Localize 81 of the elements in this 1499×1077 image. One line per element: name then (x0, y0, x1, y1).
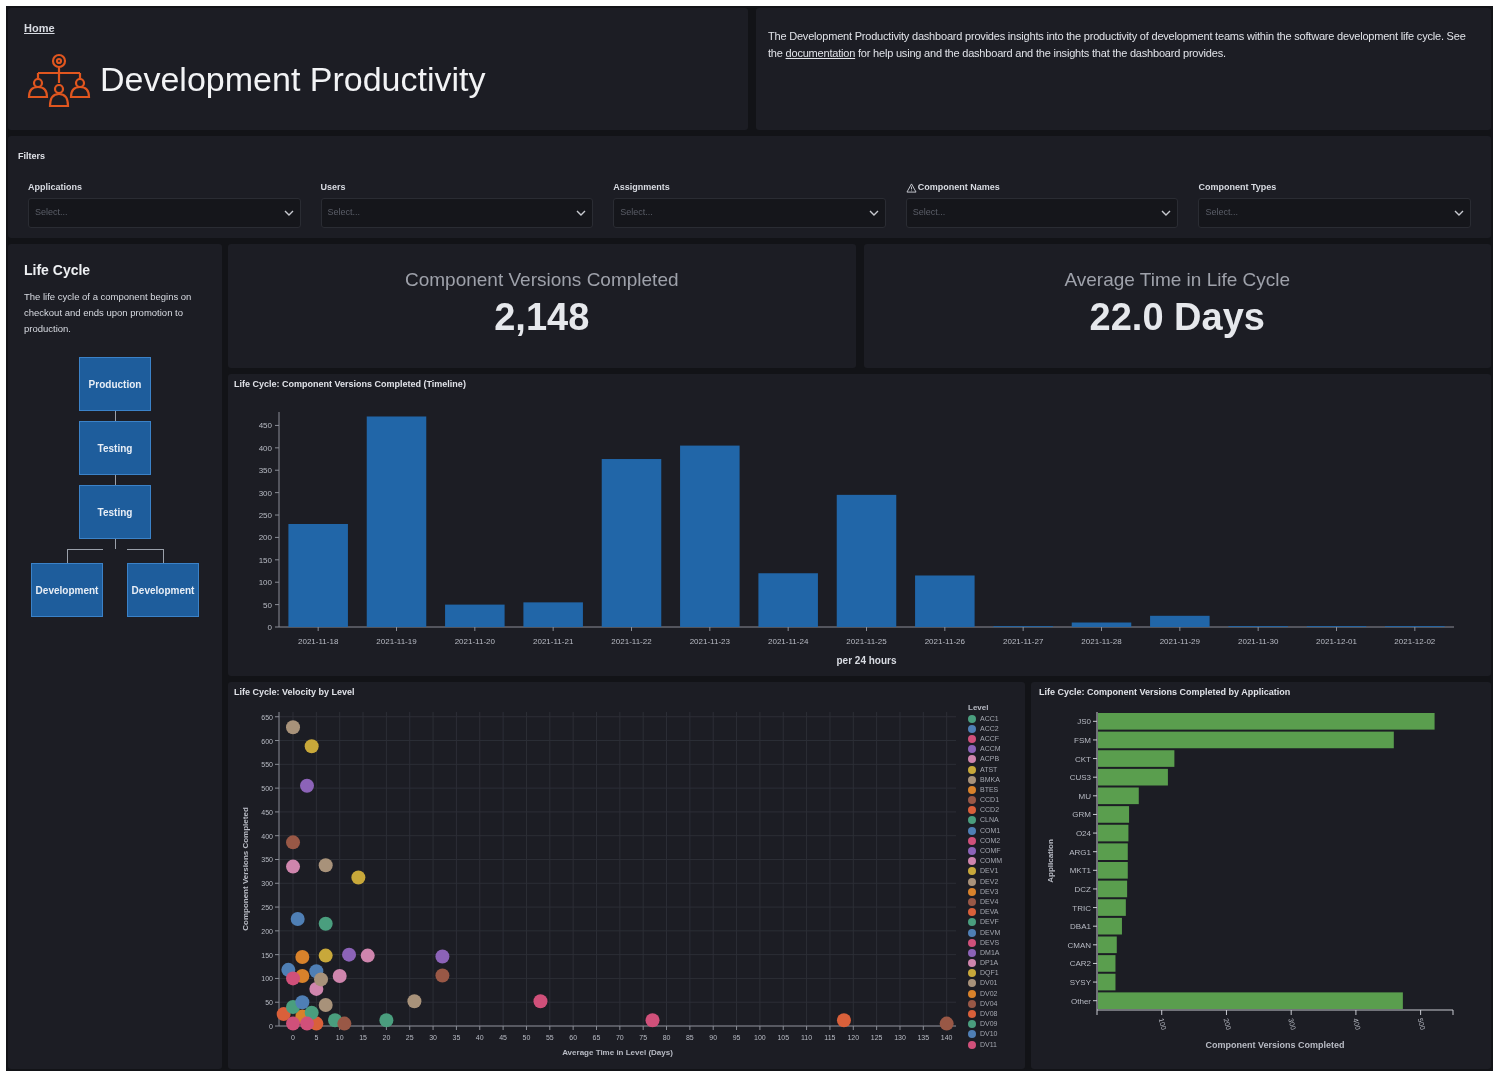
chart-title: Life Cycle: Component Versions Completed by Application (1039, 686, 1292, 699)
tick-label: SYSY (1069, 977, 1091, 987)
axis-title: Average Time in Level (Days) (562, 1047, 673, 1057)
axis-title: per 24 hours (836, 654, 897, 666)
stage-box: Testing (79, 485, 151, 539)
tick-label: 2021-11-23 (689, 636, 730, 646)
filter-label: Assignments (613, 181, 670, 195)
filter-dropdown[interactable]: Select... (1198, 198, 1471, 228)
filter-dropdown[interactable]: Select... (905, 198, 1179, 228)
tick-label: 2021-11-22 (611, 636, 652, 646)
dropdown-placeholder: Select... (912, 206, 946, 220)
legend-title: Level (968, 701, 990, 714)
axis-title: Component Versions Completed (241, 806, 250, 931)
stage-box: Development (127, 563, 199, 617)
description-text: The Development Productivity dashboard provides insights into the productivity of development teams within the software development life cycle. See the documentation for help using and the dashboard and the insights that the dashboard provides. (768, 29, 1467, 61)
stage-box: Development (31, 563, 103, 617)
tick-label: 2021-11-18 (298, 636, 339, 646)
filter-label: Component Types (1198, 181, 1277, 195)
tick-label: 2021-12-02 (1394, 636, 1436, 646)
tick-label: CMAN (1067, 940, 1091, 950)
dropdown-placeholder: Select... (620, 206, 653, 220)
filter-label: Component Names (917, 181, 1000, 195)
tick-label: 450 (258, 420, 272, 430)
tick-label: 2021-11-24 (768, 636, 809, 646)
lifecycle-title: Life Cycle (24, 261, 92, 280)
tick-label: 300 (258, 488, 272, 498)
tick-label: DBA1 (1070, 921, 1091, 931)
home-link[interactable]: Home (24, 20, 55, 37)
tick-label: 2021-11-28 (1081, 636, 1122, 646)
tick-label: 2021-12-01 (1316, 636, 1357, 646)
axis-title: Application (1046, 838, 1055, 883)
tick-label: 2021-11-27 (1003, 636, 1044, 646)
tick-label: FSM (1074, 735, 1091, 745)
chart-title: Life Cycle: Component Versions Completed (Timeline) (234, 378, 467, 391)
filters-title: Filters (18, 151, 45, 161)
tick-label: CAR2 (1069, 958, 1091, 968)
tick-label: Other (1071, 996, 1091, 1006)
tick-label: 2021-11-20 (454, 636, 495, 646)
tick-label: JS0 (1077, 716, 1091, 726)
dropdown-placeholder: Select... (1205, 206, 1238, 220)
stage-box: Testing (79, 421, 151, 475)
tick-label: 250 (258, 510, 272, 520)
filter-dropdown[interactable]: Select... (613, 198, 886, 228)
kpi-label: Average Time in Life Cycle (1064, 268, 1291, 292)
tick-label: GRM (1072, 809, 1091, 819)
stage-box: Production (79, 357, 151, 411)
tick-label: 2021-11-21 (533, 636, 574, 646)
lifecycle-text: The life cycle of a component begins on checkout and ends upon promotion to production. (24, 290, 193, 336)
tick-label: 50 (263, 600, 272, 610)
documentation-link[interactable]: documentation (785, 47, 856, 59)
filter-dropdown[interactable]: Select... (320, 198, 594, 228)
tick-label: 100 (258, 577, 272, 587)
tick-label: O24 (1075, 828, 1091, 838)
tick-label: DCZ (1074, 884, 1091, 894)
chart-title: Life Cycle: Velocity by Level (234, 686, 356, 699)
tick-label: 2021-11-19 (376, 636, 417, 646)
tick-label: TRIC (1072, 903, 1091, 913)
tick-label: MU (1078, 791, 1091, 801)
tick-label: CKT (1075, 754, 1091, 764)
kpi-value: 22.0 Days (1089, 294, 1265, 339)
tick-label: 350 (258, 465, 272, 475)
tick-label: 400 (258, 443, 272, 453)
kpi-value: 2,148 (494, 294, 590, 339)
tick-label: 150 (258, 555, 272, 565)
tick-label: 2021-11-30 (1238, 636, 1279, 646)
filter-dropdown[interactable]: Select... (28, 198, 301, 228)
axis-title: Component Versions Completed (1205, 1039, 1345, 1050)
tick-label: 2021-11-29 (1159, 636, 1200, 646)
tick-label: MKT1 (1069, 865, 1091, 875)
tick-label: 2021-11-26 (924, 636, 965, 646)
dropdown-placeholder: Select... (327, 206, 361, 220)
dropdown-placeholder: Select... (35, 206, 68, 220)
page-title: Development Productivity (100, 61, 486, 96)
tick-label: ARG1 (1069, 847, 1091, 857)
kpi-label: Component Versions Completed (404, 268, 679, 292)
tick-label: 200 (258, 532, 272, 542)
tick-label: 0 (267, 622, 272, 632)
tick-label: CUS3 (1069, 772, 1091, 782)
filter-label: Users (320, 181, 346, 195)
tick-label: 2021-11-25 (846, 636, 887, 646)
filter-label: Applications (28, 181, 82, 195)
